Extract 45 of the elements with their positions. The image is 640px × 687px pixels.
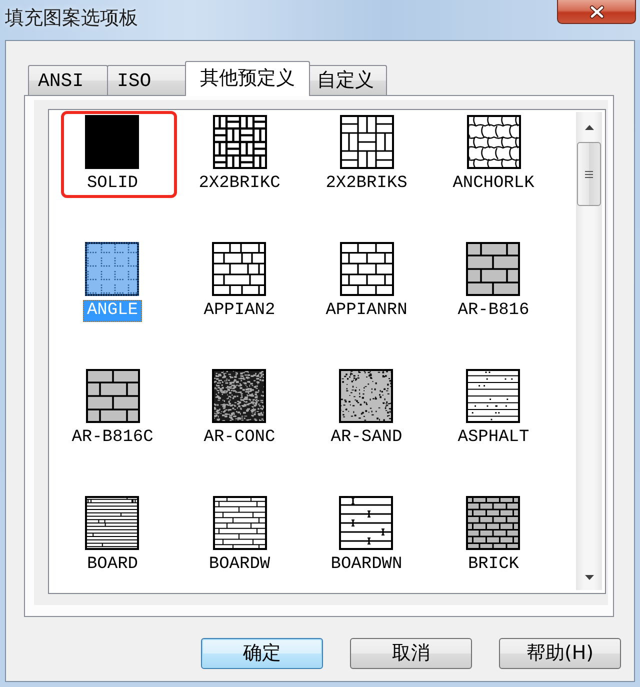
basketweave-pattern-icon xyxy=(212,115,266,169)
pattern-item[interactable]: BRICK xyxy=(464,496,523,576)
brick-wall-pattern-icon xyxy=(340,242,394,296)
window-title: 填充图案选项板 xyxy=(5,6,138,30)
pattern-item[interactable]: ASPHALT xyxy=(454,369,534,449)
pattern-item[interactable]: AR-B816C xyxy=(68,369,158,449)
pattern-item[interactable]: APPIANRN xyxy=(322,242,412,322)
sand-pattern-icon xyxy=(339,369,394,423)
scrollbar-thumb[interactable] xyxy=(577,142,601,206)
grip-icon xyxy=(585,170,593,178)
help-button[interactable]: 帮助(H) xyxy=(499,638,621,669)
basketweave-pattern-icon xyxy=(340,115,394,169)
pattern-item[interactable]: BOARDWN xyxy=(326,496,406,576)
pattern-item[interactable]: AR-CONC xyxy=(200,369,280,449)
stone-wall-pattern-icon xyxy=(212,242,266,296)
close-icon xyxy=(588,4,604,18)
pattern-item[interactable]: 2X2BRIKC xyxy=(194,115,284,195)
plank-pattern-icon xyxy=(212,496,266,550)
block-wall-pattern-icon xyxy=(86,369,140,423)
block-wall-pattern-icon xyxy=(466,242,520,296)
solid-fill-icon xyxy=(85,115,140,169)
dotted-lines-pattern-icon xyxy=(466,369,520,423)
pattern-item[interactable]: APPIAN2 xyxy=(200,242,280,322)
tab[interactable]: 其他预定义 xyxy=(185,61,310,96)
pattern-item[interactable]: ANCHORLK xyxy=(448,115,538,195)
pattern-item[interactable]: BOARD xyxy=(82,496,142,576)
pattern-item[interactable]: AR-B816 xyxy=(454,242,534,322)
pattern-item[interactable]: AR-SAND xyxy=(326,369,406,449)
scroll-up-icon[interactable] xyxy=(584,124,594,130)
pattern-item[interactable]: 2X2BRIKS xyxy=(322,115,412,195)
scroll-down-icon[interactable] xyxy=(584,574,594,580)
dotted-corner-pattern-icon xyxy=(85,242,140,296)
ok-button[interactable]: 确定 xyxy=(201,638,323,669)
concrete-pattern-icon xyxy=(212,369,266,423)
brick-wall-pattern-icon xyxy=(466,496,520,550)
tab[interactable]: ANSI xyxy=(28,65,108,95)
pattern-item[interactable]: BOARDW xyxy=(204,496,274,576)
close-button[interactable] xyxy=(557,0,636,24)
tab[interactable]: ISO xyxy=(107,65,187,95)
cancel-button[interactable]: 取消 xyxy=(350,638,472,669)
wavy-grid-pattern-icon xyxy=(466,115,520,169)
tab[interactable]: 自定义 xyxy=(307,65,387,95)
board-pattern-icon xyxy=(85,496,140,550)
nailed-plank-pattern-icon xyxy=(339,496,394,550)
pattern-item[interactable]: SOLID xyxy=(82,115,142,195)
